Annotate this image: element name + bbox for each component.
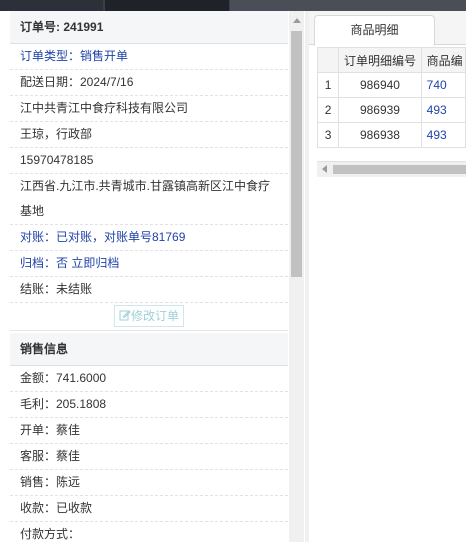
archive-status[interactable]: 归档：否 立即归档	[10, 251, 288, 277]
payment-method: 付款方式：	[10, 522, 288, 542]
delivery-address-line2: 基地	[10, 199, 288, 225]
column-header-product-code[interactable]: 商品编	[420, 47, 466, 73]
delivery-date: 配送日期：2024/7/16	[10, 70, 288, 96]
detail-id-cell: 986939	[338, 97, 422, 123]
detail-panel: 商品明细 订单明细编号 商品编 1 986940 740 2 986939 49…	[309, 11, 466, 542]
top-nav-tab[interactable]	[0, 0, 103, 11]
contact-phone: 15970478185	[10, 148, 288, 174]
scrollbar-thumb[interactable]	[291, 31, 302, 277]
salesperson: 销售：陈远	[10, 470, 288, 496]
sales-info-header: 销售信息	[10, 333, 288, 366]
order-number-header: 订单号: 241991	[10, 11, 288, 44]
delivery-address-line1: 江西省.九江市.共青城市.甘露镇高新区江中食疗	[20, 179, 271, 193]
row-index: 3	[316, 122, 340, 148]
reconciliation-status[interactable]: 对账：已对账，对账单号81769	[10, 225, 288, 251]
product-code-link[interactable]: 493	[420, 122, 466, 148]
tab-product-details[interactable]: 商品明细	[314, 15, 435, 46]
column-header-index	[316, 47, 340, 73]
left-panel-scrollbar[interactable]	[289, 11, 304, 542]
detail-tab-bar: 商品明细	[309, 11, 466, 46]
payment-status: 收款：已收款	[10, 496, 288, 522]
row-index: 1	[316, 72, 340, 98]
order-number-label: 订单号:	[20, 20, 60, 34]
top-nav-tab[interactable]	[230, 0, 466, 11]
gross-profit: 毛利：205.1808	[10, 392, 288, 418]
issued-by: 开单：蔡佳	[10, 418, 288, 444]
scroll-left-arrow-icon[interactable]	[322, 165, 327, 173]
settlement-status: 结账：未结账	[10, 277, 288, 303]
product-code-link[interactable]: 493	[420, 97, 466, 123]
table-row[interactable]: 2 986939 493	[316, 97, 466, 123]
order-type: 订单类型：销售开单	[10, 44, 288, 70]
order-number-value: 241991	[63, 20, 104, 34]
grid-horizontal-scrollbar[interactable]	[317, 161, 466, 177]
detail-grid: 订单明细编号 商品编 1 986940 740 2 986939 493 3 9…	[316, 47, 466, 148]
edit-order-label: 修改订单	[130, 309, 179, 323]
edit-icon	[119, 310, 131, 321]
row-index: 2	[316, 97, 340, 123]
edit-order-bar: 修改订单	[10, 303, 288, 331]
sales-amount: 金额：741.6000	[10, 366, 288, 392]
top-nav-tab[interactable]	[105, 0, 229, 11]
top-nav-bar	[0, 0, 466, 11]
table-row[interactable]: 3 986938 493	[316, 122, 466, 148]
detail-id-cell: 986938	[338, 122, 422, 148]
customer-company: 江中共青江中食疗科技有限公司	[10, 96, 288, 122]
table-row[interactable]: 1 986940 740	[316, 72, 466, 98]
edit-order-button[interactable]: 修改订单	[113, 305, 184, 327]
column-header-detail-id[interactable]: 订单明细编号	[338, 47, 422, 73]
order-info-panel: 订单号: 241991 订单类型：销售开单 配送日期：2024/7/16 江中共…	[10, 11, 288, 542]
scrollbar-thumb[interactable]	[333, 165, 466, 174]
contact-person: 王琼，行政部	[10, 122, 288, 148]
product-code-link[interactable]: 740	[420, 72, 466, 98]
detail-id-cell: 986940	[338, 72, 422, 98]
scroll-up-arrow-icon[interactable]	[293, 18, 301, 23]
customer-service: 客服：蔡佳	[10, 444, 288, 470]
grid-header-row: 订单明细编号 商品编	[316, 47, 466, 73]
